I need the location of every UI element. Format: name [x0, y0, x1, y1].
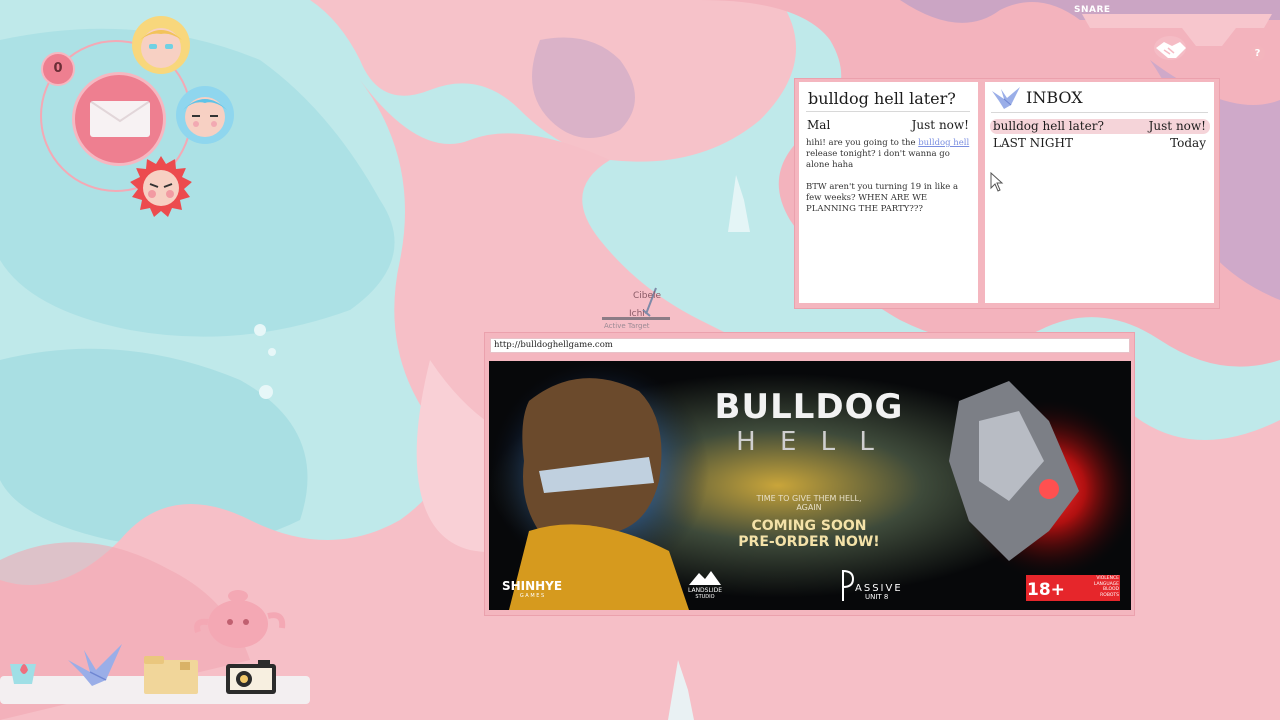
studio-sub: STUDIO [695, 594, 715, 600]
inbox-item[interactable]: LAST NIGHT Today [990, 136, 1210, 151]
fish-bowl-icon[interactable] [6, 644, 40, 688]
divider [991, 112, 1208, 113]
message-time: Just now! [911, 118, 969, 132]
blue-hair-avatar[interactable] [174, 84, 236, 146]
message-view: bulldog hell later? Mal Just now! hihi! … [799, 82, 978, 303]
passive-unit-logo-icon [842, 569, 855, 601]
inbox-item-subject: LAST NIGHT [993, 136, 1073, 150]
message-paragraph-1: hihi! are you going to the bulldog hell … [806, 138, 974, 171]
publisher-logo: SHINHYE [501, 579, 563, 593]
banner-tagline: AGAIN [796, 503, 822, 512]
inbox-item[interactable]: bulldog hell later? Just now! [990, 119, 1210, 134]
help-icon[interactable]: ? [1250, 46, 1265, 61]
envelope-icon [90, 101, 150, 137]
unread-count-badge: 0 [41, 52, 75, 86]
player-name-label: Cibele [633, 291, 662, 301]
active-target-label: Active Target [604, 322, 650, 330]
target-health-bar [602, 317, 670, 320]
passive-unit-sub: UNIT 8 [865, 593, 889, 601]
rating-notes: VIOLENCE LANGUAGE BLOOD ROBOTS [1085, 576, 1119, 598]
message-subject: bulldog hell later? [808, 89, 956, 108]
studio-logo: LANDSLIDE [687, 587, 723, 594]
banner-tagline: TIME TO GIVE THEM HELL, [756, 494, 862, 503]
body-text: release tonight? i don't wanna go alone … [806, 149, 950, 170]
divider [806, 111, 970, 112]
banner-title: BULLDOG [714, 387, 904, 427]
message-sender: Mal [807, 118, 831, 132]
red-angry-avatar[interactable] [130, 156, 192, 218]
url-bar[interactable]: http://bulldoghellgame.com [490, 338, 1130, 353]
inbox-item-time: Just now! [1148, 119, 1206, 133]
inbox-item-time: Today [1170, 136, 1206, 150]
folder-icon[interactable] [144, 656, 198, 694]
coming-soon-text: COMING SOON [751, 518, 867, 534]
inbox-item-subject: bulldog hell later? [993, 119, 1104, 133]
landslide-logo-icon [689, 571, 721, 585]
preorder-text: PRE-ORDER NOW! [738, 534, 880, 550]
paper-crane-icon [992, 87, 1020, 109]
rating-note: ROBOTS [1100, 592, 1119, 598]
message-paragraph-2: BTW aren't you turning 19 in like a few … [806, 182, 959, 214]
mouse-cursor-icon [990, 172, 1004, 192]
share-label: SNARE [1074, 5, 1111, 15]
handshake-icon[interactable] [1154, 36, 1188, 62]
game-banner[interactable]: BULLDOG H E L L TIME TO GIVE THEM HELL, … [489, 361, 1131, 610]
camera-icon[interactable] [226, 660, 276, 696]
age-rating-badge: 18+ [1027, 580, 1065, 600]
mail-button[interactable] [72, 72, 166, 166]
body-text: hihi! are you going to the [806, 138, 919, 148]
inbox-panel: INBOX bulldog hell later? Just now! LAST… [985, 82, 1214, 303]
message-body: hihi! are you going to the bulldog hell … [806, 138, 974, 226]
bulldog-hell-link[interactable]: bulldog hell [918, 138, 969, 148]
publisher-sub: G A M E S [519, 593, 545, 599]
banner-title-sub: H E L L [736, 427, 882, 457]
blonde-girl-avatar[interactable] [130, 14, 192, 76]
paper-crane-mail-icon[interactable] [66, 640, 124, 688]
teapot-icon [194, 590, 286, 648]
inbox-title: INBOX [1026, 88, 1083, 107]
